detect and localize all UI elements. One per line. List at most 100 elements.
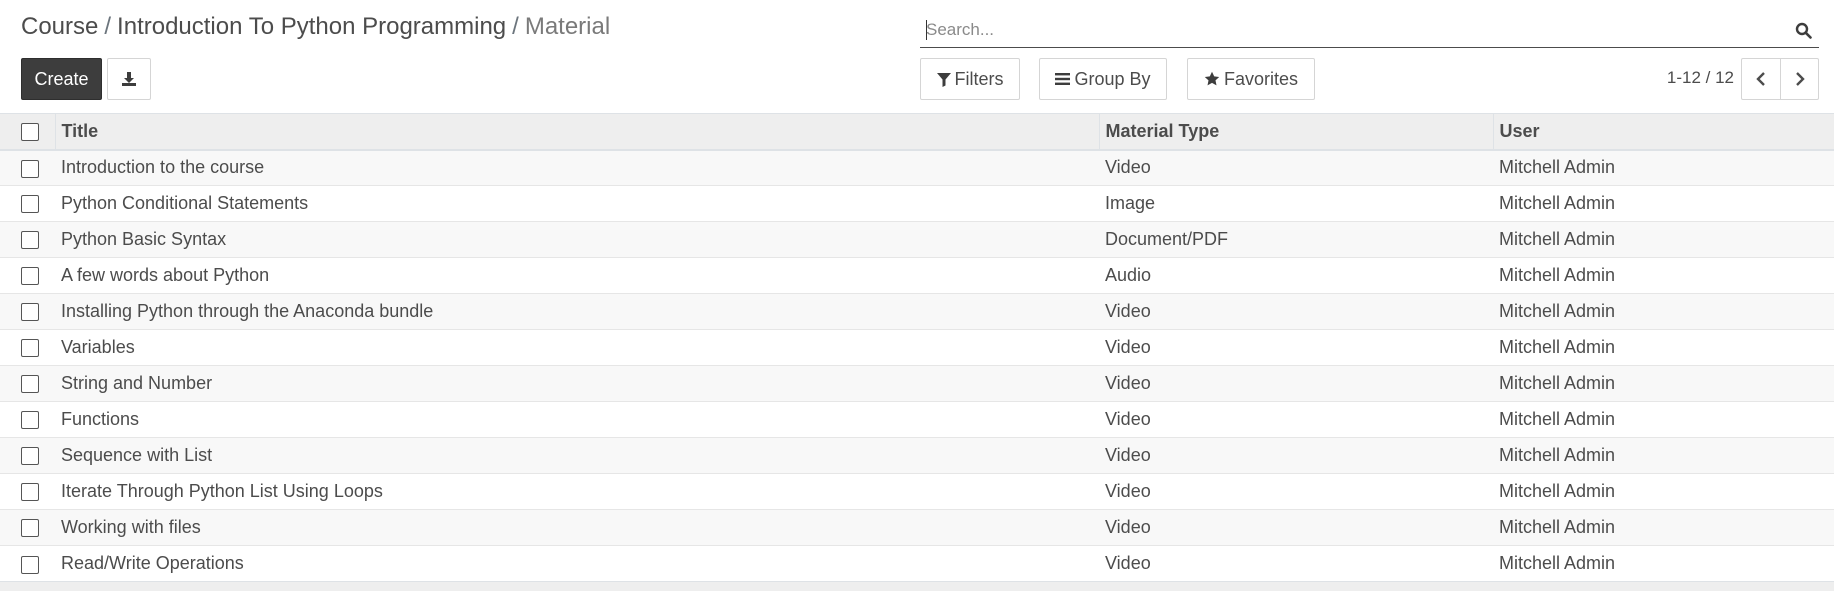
cell-title[interactable]: Python Conditional Statements xyxy=(55,185,1099,222)
row-checkbox[interactable] xyxy=(21,411,39,430)
cell-user[interactable]: Mitchell Admin xyxy=(1493,257,1834,294)
cell-user[interactable]: Mitchell Admin xyxy=(1493,221,1834,258)
row-select-cell xyxy=(0,437,55,474)
group-by-button[interactable]: Group By xyxy=(1039,58,1167,100)
cell-title[interactable]: Read/Write Operations xyxy=(55,545,1099,582)
breadcrumb-separator: / xyxy=(512,13,519,40)
row-select-cell xyxy=(0,401,55,438)
table-row[interactable]: Installing Python through the Anaconda b… xyxy=(0,293,1834,330)
cell-user[interactable]: Mitchell Admin xyxy=(1493,293,1834,330)
cell-material-type[interactable]: Video xyxy=(1099,509,1493,546)
cell-user[interactable]: Mitchell Admin xyxy=(1493,185,1834,222)
pager-next-button[interactable] xyxy=(1780,59,1818,99)
column-header-title[interactable]: Title xyxy=(54,113,1099,150)
column-header-material-type[interactable]: Material Type xyxy=(1098,113,1493,150)
table-row[interactable]: Sequence with List Video Mitchell Admin xyxy=(0,437,1834,474)
cell-material-type[interactable]: Video xyxy=(1099,329,1493,366)
cell-title[interactable]: Working with files xyxy=(55,509,1099,546)
row-checkbox[interactable] xyxy=(21,375,39,394)
star-icon xyxy=(1204,71,1220,86)
table-row[interactable]: Python Conditional Statements Image Mitche… xyxy=(0,185,1834,222)
cell-title[interactable]: A few words about Python xyxy=(55,257,1099,294)
cell-user[interactable]: Mitchell Admin xyxy=(1493,437,1834,474)
search-button[interactable] xyxy=(1791,18,1815,42)
table-row[interactable]: String and Number Video Mitchell Admin xyxy=(0,365,1834,402)
row-checkbox[interactable] xyxy=(21,555,39,574)
breadcrumb-course[interactable]: Course xyxy=(21,13,98,40)
row-checkbox[interactable] xyxy=(21,159,39,178)
cell-title[interactable]: Introduction to the course xyxy=(55,149,1099,186)
cell-material-type[interactable]: Image xyxy=(1099,185,1493,222)
cell-user[interactable]: Mitchell Admin xyxy=(1493,545,1834,582)
table-row[interactable]: Introduction to the course Video Mitchell … xyxy=(0,149,1834,186)
cell-material-type[interactable]: Audio xyxy=(1099,257,1493,294)
row-select-cell xyxy=(0,545,55,582)
row-checkbox[interactable] xyxy=(21,339,39,358)
table-row[interactable]: Functions Video Mitchell Admin xyxy=(0,401,1834,438)
filter-icon xyxy=(936,72,951,87)
chevron-right-icon xyxy=(1795,72,1805,86)
breadcrumb-course-name[interactable]: Introduction To Python Programming xyxy=(117,13,506,40)
table-body: Introduction to the course Video Mitchell … xyxy=(0,149,1834,582)
cell-title[interactable]: Functions xyxy=(55,401,1099,438)
cell-material-type[interactable]: Video xyxy=(1099,401,1493,438)
table-row[interactable]: Working with files Video Mitchell Admin xyxy=(0,509,1834,546)
cell-title[interactable]: Python Basic Syntax xyxy=(55,221,1099,258)
row-checkbox[interactable] xyxy=(21,195,39,214)
select-all-checkbox[interactable] xyxy=(21,123,39,141)
cell-material-type[interactable]: Video xyxy=(1099,545,1493,582)
cell-material-type[interactable]: Video xyxy=(1099,365,1493,402)
cell-material-type[interactable]: Video xyxy=(1099,149,1493,186)
cell-title[interactable]: Iterate Through Python List Using Loops xyxy=(55,473,1099,510)
download-icon xyxy=(122,72,136,86)
cell-user[interactable]: Mitchell Admin xyxy=(1493,365,1834,402)
cell-user[interactable]: Mitchell Admin xyxy=(1493,329,1834,366)
cell-material-type[interactable]: Video xyxy=(1099,293,1493,330)
row-select-cell xyxy=(0,257,55,294)
download-button[interactable] xyxy=(107,58,151,100)
cell-user[interactable]: Mitchell Admin xyxy=(1493,509,1834,546)
create-button[interactable]: Create xyxy=(21,58,102,100)
row-select-cell xyxy=(0,293,55,330)
filters-button[interactable]: Filters xyxy=(920,58,1020,100)
cell-title[interactable]: Installing Python through the Anaconda b… xyxy=(55,293,1099,330)
cell-user[interactable]: Mitchell Admin xyxy=(1493,401,1834,438)
row-select-cell xyxy=(0,509,55,546)
search-bar xyxy=(920,12,1819,48)
table-footer xyxy=(0,581,1834,591)
table-row[interactable]: A few words about Python Audio Mitchell Ad… xyxy=(0,257,1834,294)
row-select-cell xyxy=(0,473,55,510)
cell-material-type[interactable]: Document/PDF xyxy=(1099,221,1493,258)
cell-user[interactable]: Mitchell Admin xyxy=(1493,149,1834,186)
control-panel: Course / Introduction To Python Programmin… xyxy=(0,0,1834,113)
row-checkbox[interactable] xyxy=(21,231,39,250)
cell-title[interactable]: Sequence with List xyxy=(55,437,1099,474)
favorites-button[interactable]: Favorites xyxy=(1187,58,1315,100)
cell-title[interactable]: Variables xyxy=(55,329,1099,366)
cell-title[interactable]: String and Number xyxy=(55,365,1099,402)
table-row[interactable]: Variables Video Mitchell Admin xyxy=(0,329,1834,366)
favorites-label: Favorites xyxy=(1223,68,1299,89)
material-list-table: Title Material Type User Introduction to… xyxy=(0,113,1834,582)
bars-icon xyxy=(1055,73,1071,85)
table-row[interactable]: Read/Write Operations Video Mitchell Admin xyxy=(0,545,1834,582)
row-checkbox[interactable] xyxy=(21,267,39,286)
row-select-cell xyxy=(0,221,55,258)
row-checkbox[interactable] xyxy=(21,303,39,322)
pager-buttons xyxy=(1741,58,1819,100)
search-input[interactable] xyxy=(926,18,1786,42)
row-checkbox[interactable] xyxy=(21,519,39,538)
table-header-row: Title Material Type User xyxy=(0,113,1834,150)
row-checkbox[interactable] xyxy=(21,447,39,466)
cell-material-type[interactable]: Video xyxy=(1099,437,1493,474)
pager-previous-button[interactable] xyxy=(1742,59,1780,99)
pager-value[interactable]: 1-12 / 12 xyxy=(1650,68,1734,88)
filters-label: Filters xyxy=(954,68,1004,89)
column-header-user[interactable]: User xyxy=(1492,113,1834,150)
row-checkbox[interactable] xyxy=(21,483,39,502)
chevron-left-icon xyxy=(1756,72,1765,86)
table-row[interactable]: Iterate Through Python List Using Loops V… xyxy=(0,473,1834,510)
table-row[interactable]: Python Basic Syntax Document/PDF Mitchell … xyxy=(0,221,1834,258)
cell-user[interactable]: Mitchell Admin xyxy=(1493,473,1834,510)
cell-material-type[interactable]: Video xyxy=(1099,473,1493,510)
